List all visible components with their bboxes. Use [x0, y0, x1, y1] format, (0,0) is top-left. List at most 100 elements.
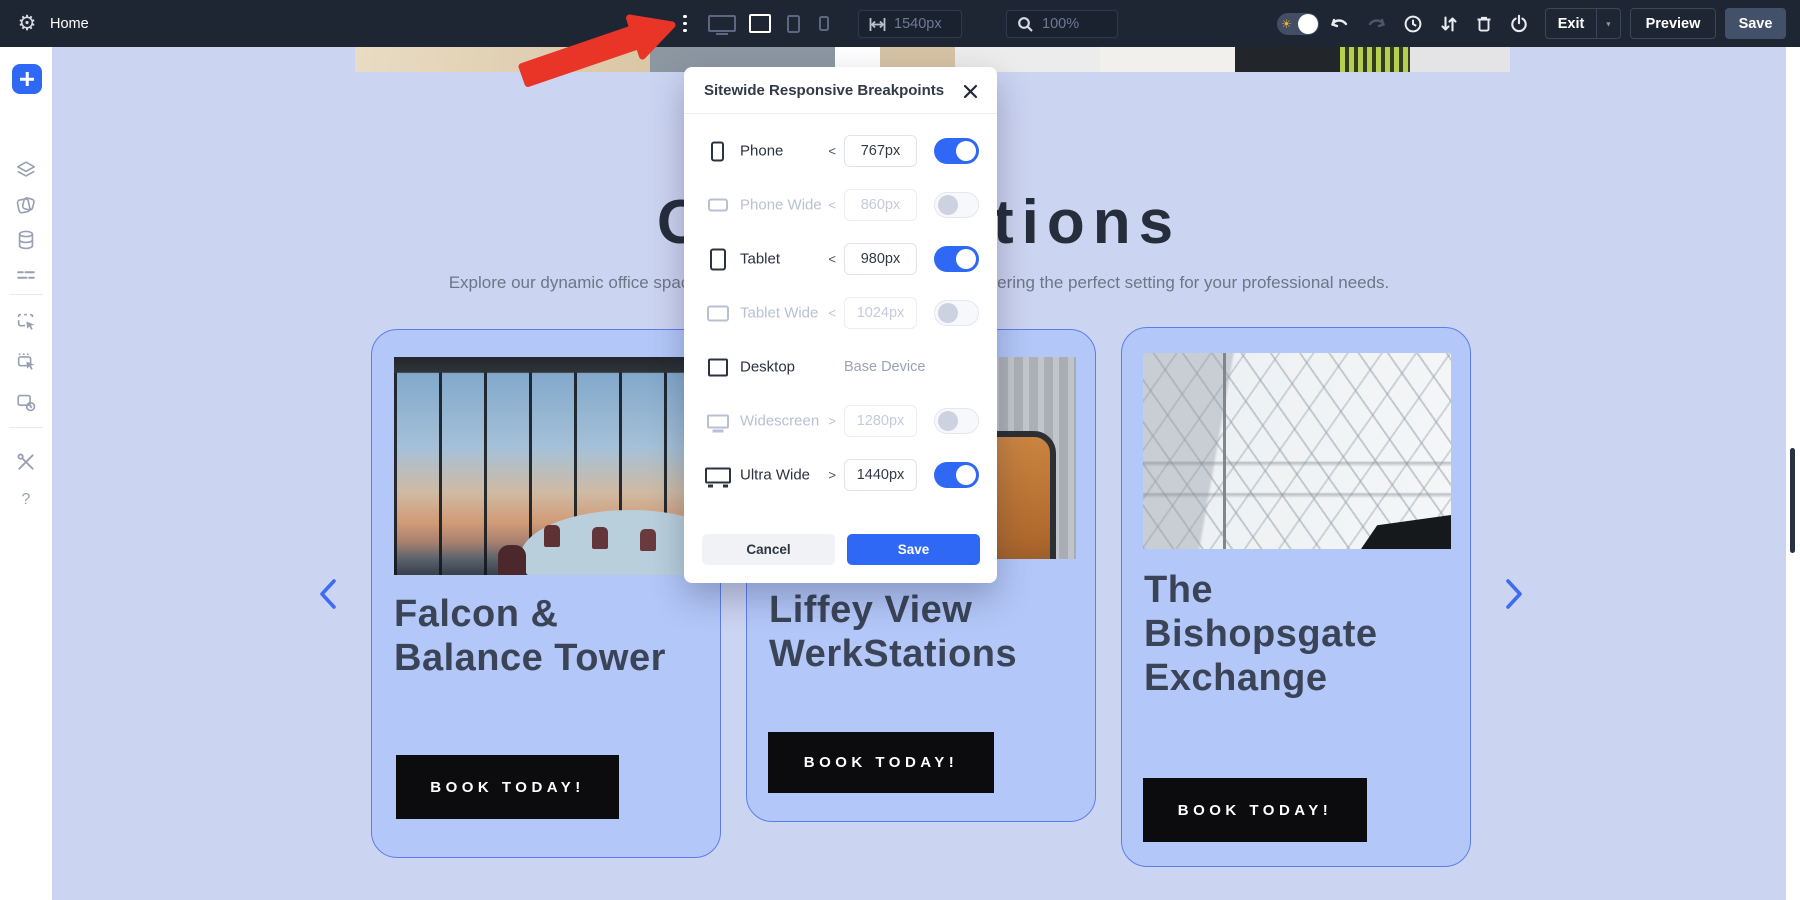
widescreen-value-input[interactable]: 1280px [844, 405, 917, 437]
cancel-button[interactable]: Cancel [702, 534, 835, 565]
sidebar-item-data[interactable] [0, 225, 52, 255]
widescreen-icon [704, 408, 731, 435]
location-card-bishopsgate[interactable]: The Bishopsgate Exchange BOOK TODAY! [1121, 327, 1471, 867]
sidebar-item-widgets[interactable] [0, 387, 52, 417]
desktop-icon [704, 354, 731, 381]
editor-sidebar: ? [0, 47, 52, 900]
responsive-breakpoints-modal: Sitewide Responsive Breakpoints Phone<76… [684, 67, 997, 583]
device-tablet-button[interactable] [780, 0, 806, 47]
more-options-menu[interactable] [672, 0, 698, 47]
sidebar-item-menu[interactable] [0, 260, 52, 290]
delete-button[interactable] [1467, 0, 1501, 47]
theme-toggle[interactable]: ☀ [1277, 13, 1319, 35]
widgets-icon [15, 391, 37, 413]
desktop-icon [749, 14, 771, 33]
breakpoint-row-tablet-wide: Tablet Wide<1024px [684, 286, 997, 340]
history-button[interactable] [1396, 0, 1430, 47]
page-scrollbar [1786, 47, 1800, 900]
exit-button[interactable]: Exit ▼ [1545, 8, 1621, 39]
phone-icon [819, 16, 829, 31]
tablet-icon [704, 246, 731, 273]
carousel-next-button[interactable] [1504, 578, 1530, 612]
breakpoint-label: Phone Wide [740, 197, 822, 214]
sidebar-divider [9, 427, 43, 428]
canvas-width-input[interactable]: 1540px [858, 10, 962, 38]
magnifier-icon [1017, 16, 1034, 33]
widescreen-toggle[interactable] [934, 408, 979, 434]
gear-icon: ⚙ [18, 11, 37, 36]
phone-icon [704, 138, 731, 165]
breakpoint-label: Ultra Wide [740, 467, 810, 484]
device-desktop-button-active[interactable] [744, 0, 776, 47]
save-button[interactable]: Save [1725, 8, 1786, 39]
book-today-button[interactable]: BOOK TODAY! [396, 755, 619, 819]
base-device-label: Base Device [844, 359, 925, 375]
card-image-sunset-office[interactable] [394, 357, 700, 575]
breakpoint-label: Desktop [740, 359, 795, 376]
scrollbar-thumb[interactable] [1790, 448, 1795, 553]
undo-icon [1329, 16, 1349, 31]
ultra-wide-toggle[interactable] [934, 462, 979, 488]
add-element-button[interactable] [12, 64, 42, 94]
power-button[interactable] [1502, 0, 1536, 47]
book-today-button[interactable]: BOOK TODAY! [1143, 778, 1367, 842]
undo-button[interactable] [1322, 0, 1356, 47]
history-clock-icon [1403, 14, 1423, 34]
menu-list-icon [15, 264, 37, 286]
breakpoint-row-phone-wide: Phone Wide<860px [684, 178, 997, 232]
chevron-left-icon [318, 578, 338, 610]
card-title[interactable]: Liffey View WerkStations [769, 588, 1017, 676]
comparator-label: > [820, 468, 836, 483]
widescreen-icon [708, 15, 736, 32]
zoom-input[interactable]: 100% [1006, 10, 1118, 38]
device-phone-button[interactable] [812, 0, 836, 47]
device-widescreen-button[interactable] [702, 0, 742, 47]
location-card-falcon[interactable]: Falcon & Balance Tower BOOK TODAY! [371, 329, 721, 858]
sidebar-item-select-block[interactable] [0, 347, 52, 377]
comparator-label: < [820, 252, 836, 267]
layers-icon [15, 159, 37, 181]
sidebar-item-help[interactable]: ? [0, 485, 52, 515]
tablet-wide-toggle[interactable] [934, 300, 979, 326]
modal-header: Sitewide Responsive Breakpoints [684, 67, 997, 114]
redo-icon [1367, 16, 1387, 31]
phone-toggle[interactable] [934, 138, 979, 164]
caret-down-icon: ▼ [1605, 20, 1612, 28]
redo-button[interactable] [1360, 0, 1394, 47]
preview-button[interactable]: Preview [1630, 8, 1716, 39]
phone-value-input[interactable]: 767px [844, 135, 917, 167]
carousel-prev-button[interactable] [318, 578, 344, 612]
comparator-label: > [820, 414, 836, 429]
sidebar-item-colors[interactable] [0, 190, 52, 220]
tablet-toggle[interactable] [934, 246, 979, 272]
ultra-wide-value-input[interactable]: 1440px [844, 459, 917, 491]
canvas-width-value: 1540px [894, 16, 942, 32]
trash-icon [1474, 14, 1494, 34]
sidebar-item-tools[interactable] [0, 447, 52, 477]
tools-icon [16, 452, 36, 472]
phone-wide-value-input[interactable]: 860px [844, 189, 917, 221]
sidebar-item-layers[interactable] [0, 155, 52, 185]
sidebar-item-select-section[interactable] [0, 307, 52, 337]
select-block-icon [15, 351, 37, 373]
breakpoint-label: Tablet [740, 251, 780, 268]
phone-wide-toggle[interactable] [934, 192, 979, 218]
card-title[interactable]: Falcon & Balance Tower [394, 592, 666, 680]
width-arrows-icon [869, 17, 886, 32]
book-today-button[interactable]: BOOK TODAY! [768, 732, 994, 793]
chevron-right-icon [1504, 578, 1524, 610]
tablet-value-input[interactable]: 980px [844, 243, 917, 275]
card-image-atrium[interactable] [1143, 353, 1451, 549]
breakpoint-row-ultra-wide: Ultra Wide >1440px [684, 448, 997, 502]
sort-arrows-button[interactable] [1432, 0, 1466, 47]
colors-icon [15, 194, 37, 216]
exit-caret-button[interactable]: ▼ [1596, 9, 1620, 38]
tablet-wide-value-input[interactable]: 1024px [844, 297, 917, 329]
modal-save-button[interactable]: Save [847, 534, 980, 565]
ultra-wide-icon [704, 462, 731, 489]
settings-gear-button[interactable]: ⚙ [12, 0, 42, 47]
card-title[interactable]: The Bishopsgate Exchange [1144, 568, 1378, 700]
page-name-label[interactable]: Home [50, 0, 89, 47]
modal-close-button[interactable] [957, 78, 983, 104]
power-icon [1509, 14, 1529, 34]
